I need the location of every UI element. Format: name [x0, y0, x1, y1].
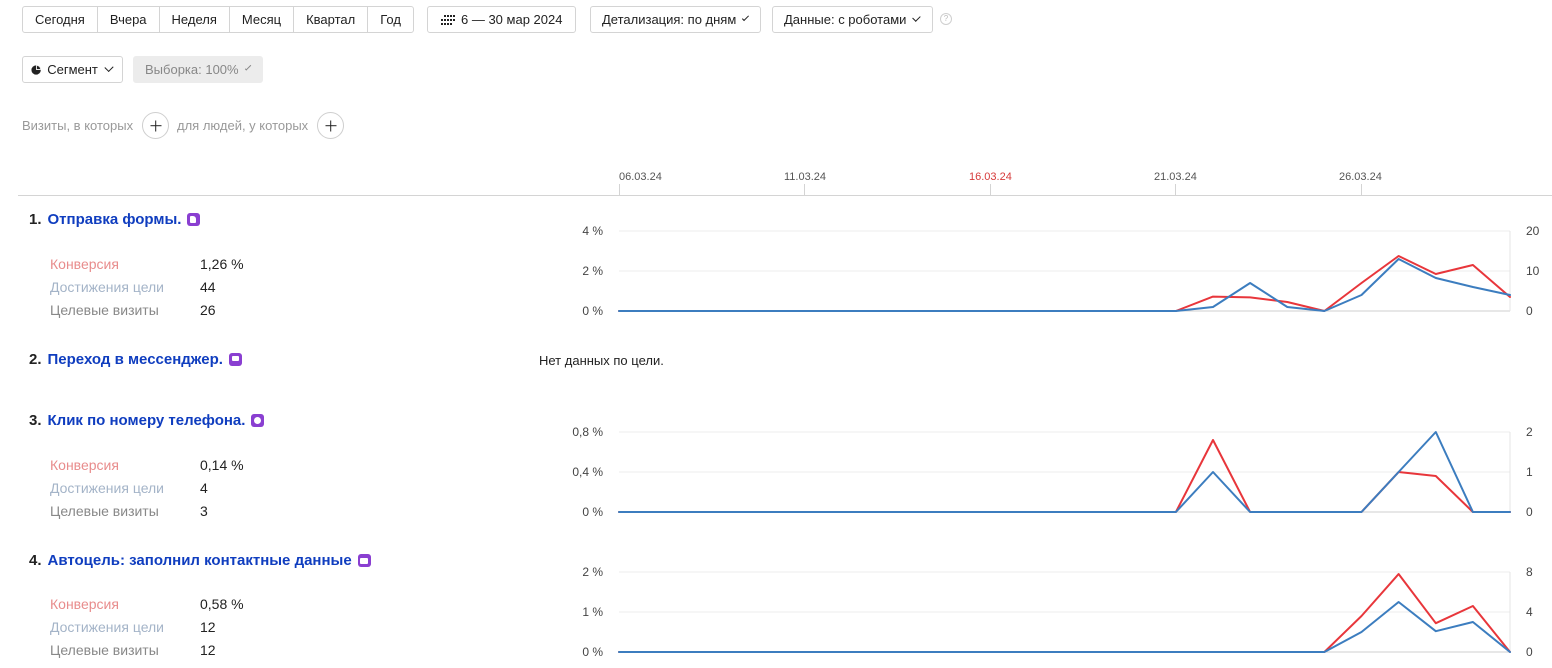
series-line-conversion — [618, 573, 1511, 653]
y-tick-label-left: 0 % — [582, 645, 603, 659]
y-tick-label-right: 0 — [1526, 645, 1533, 659]
series-line-reaches — [618, 601, 1511, 653]
y-tick-label-left: 1 % — [582, 605, 603, 619]
goal-4-chart: 2 % 8 1 % 4 0 % 0 — [582, 565, 1533, 659]
y-tick-label-right: 4 — [1526, 605, 1533, 619]
y-tick-label-right: 8 — [1526, 565, 1533, 579]
y-tick-label-left: 2 % — [582, 565, 603, 579]
